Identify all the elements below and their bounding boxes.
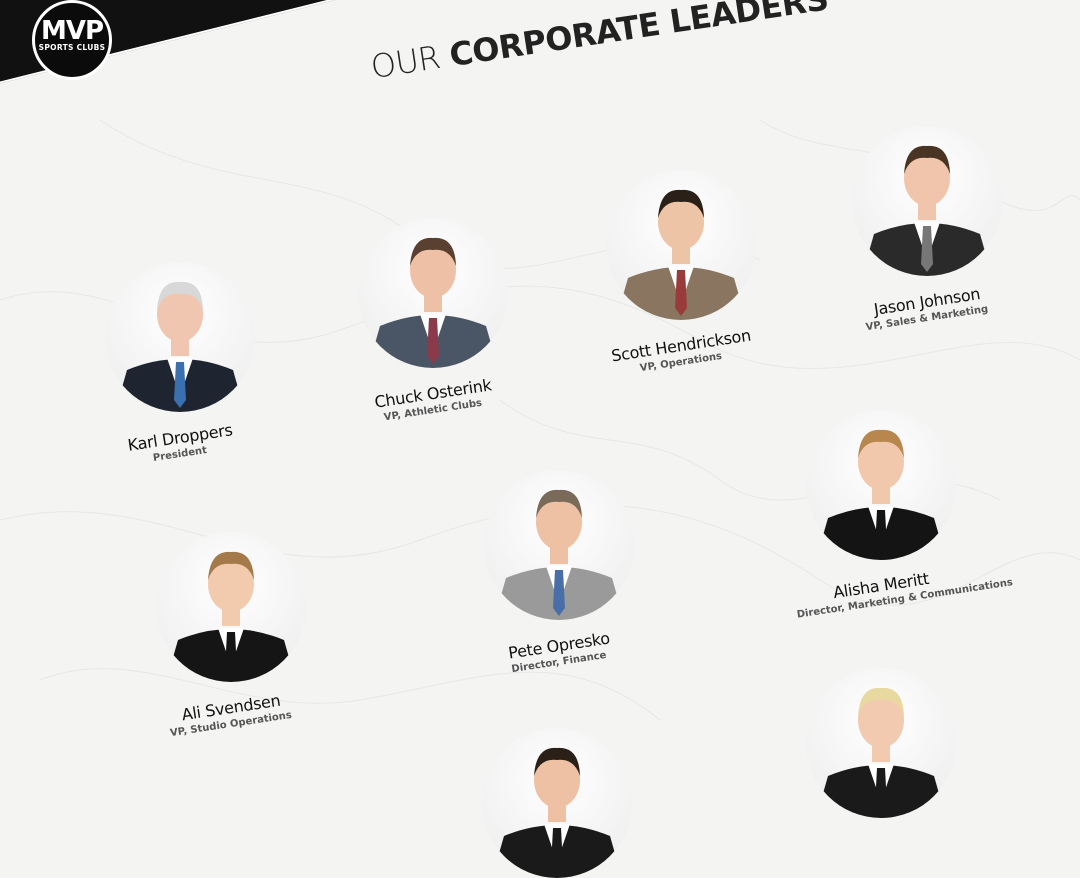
leader-photo xyxy=(806,410,956,560)
leader-card: Scott Hendrickson VP, Operations xyxy=(596,170,766,374)
leader-photo xyxy=(156,532,306,682)
leader-photo xyxy=(105,262,255,412)
leader-photo xyxy=(806,668,956,818)
leader-photo xyxy=(484,470,634,620)
leader-photo xyxy=(852,126,1002,276)
mvp-logo[interactable]: MVP SPORTS CLUBS xyxy=(32,0,112,80)
leader-photo xyxy=(482,728,632,878)
leader-photo xyxy=(606,170,756,320)
leader-photo xyxy=(358,218,508,368)
leader-card: Pete Opresko Director, Finance xyxy=(474,470,644,675)
leader-card xyxy=(796,668,966,818)
logo-subtitle: SPORTS CLUBS xyxy=(38,43,106,52)
leader-card: Ali Svendsen VP, Studio Operations xyxy=(146,532,316,739)
leader-card: Chuck Osterink VP, Athletic Clubs xyxy=(348,218,518,423)
logo-wordmark: MVP xyxy=(40,16,104,46)
leader-card xyxy=(472,728,642,878)
leader-card: Jason Johnson VP, Sales & Marketing xyxy=(842,126,1012,333)
leader-card: Karl Droppers President xyxy=(95,262,265,464)
leader-card: Alisha Meritt Director, Marketing & Commu… xyxy=(796,410,1014,621)
